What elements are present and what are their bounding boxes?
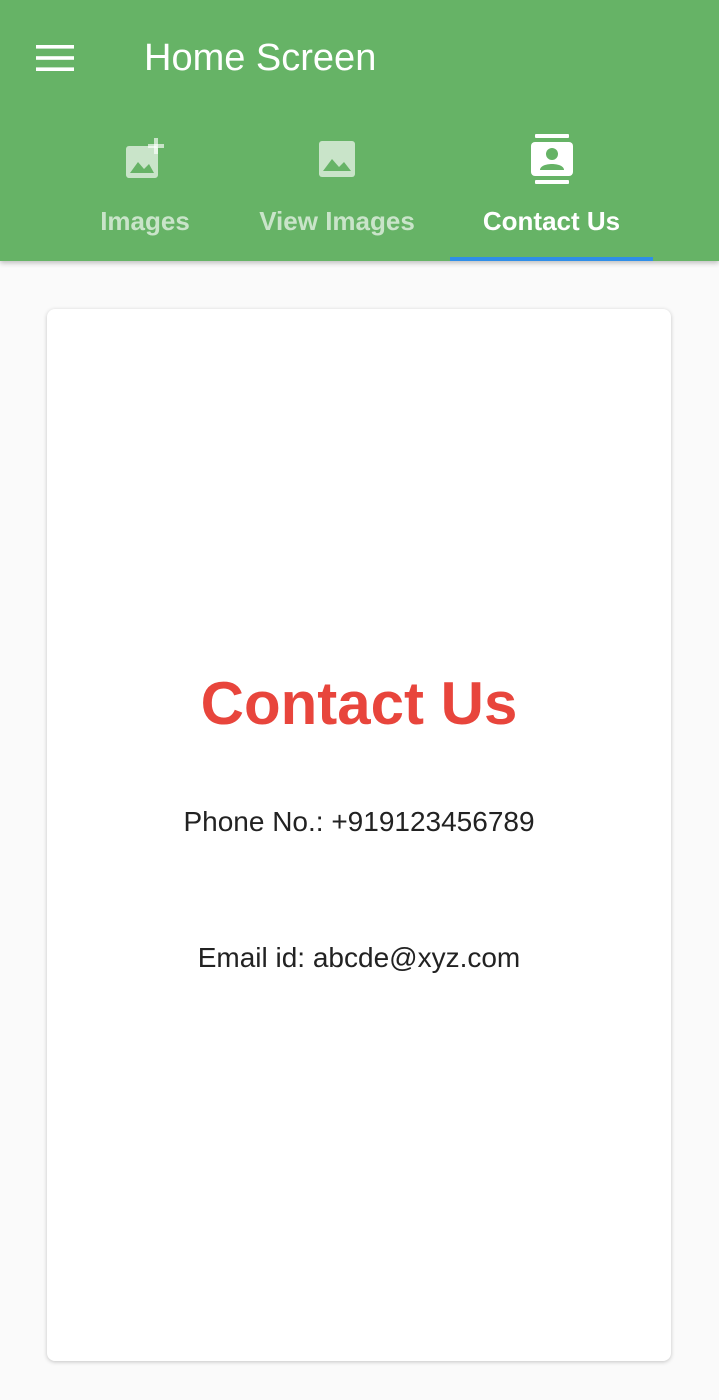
contact-card: Contact Us Phone No.: +919123456789 Emai… — [47, 309, 671, 1361]
tab-label-view-images: View Images — [259, 206, 415, 236]
tab-view-images[interactable]: View Images — [240, 122, 434, 261]
tab-bar: Images View Images Contact Us — [40, 122, 660, 261]
tab-images[interactable]: Images — [80, 122, 210, 261]
contacts-icon — [527, 134, 577, 184]
image-icon — [312, 134, 362, 184]
email-address: Email id: abcde@xyz.com — [197, 942, 521, 973]
add-photo-icon — [120, 134, 170, 184]
tab-indicator — [450, 257, 653, 261]
phone-number: Phone No.: +919123456789 — [183, 806, 535, 837]
contact-heading: Contact Us — [200, 670, 518, 737]
hamburger-menu-icon — [36, 45, 74, 71]
tab-contact-us[interactable]: Contact Us — [450, 122, 653, 261]
app-title: Home Screen — [144, 37, 377, 79]
app-bar: Home Screen Images View Images Contact U… — [0, 0, 719, 261]
menu-button[interactable] — [22, 28, 88, 88]
tab-label-contact-us: Contact Us — [482, 206, 621, 236]
tab-label-images: Images — [100, 206, 190, 236]
